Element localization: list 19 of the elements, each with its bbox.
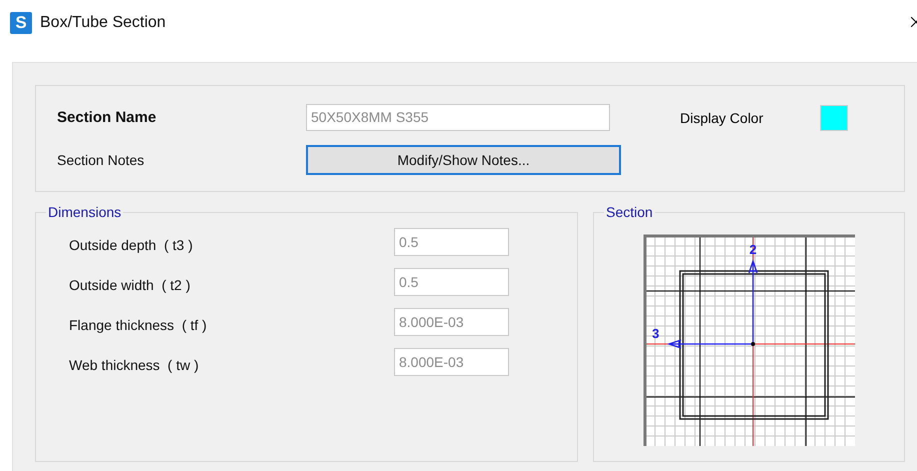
close-icon[interactable] [911, 17, 917, 27]
color-swatch[interactable] [820, 104, 848, 130]
field-label: Web thickness ( tw ) [69, 356, 200, 373]
input-field[interactable]: 8.000E-03 [394, 348, 509, 376]
input-field[interactable]: 50X50X8MM S355 [306, 104, 610, 131]
field-label: Section Name [57, 109, 158, 126]
app-icon: S [10, 12, 32, 34]
group-title: Dimensions [46, 204, 124, 220]
input-field[interactable]: 0.5 [394, 228, 509, 256]
input-field[interactable]: 8.000E-03 [394, 308, 509, 336]
field-label: Section Notes [57, 152, 146, 168]
input-field[interactable]: 0.5 [394, 268, 509, 296]
field-label: Outside depth ( t3 ) [69, 236, 194, 253]
window-title: Box/Tube Section [40, 14, 166, 32]
notes-button[interactable]: Modify/Show Notes... [306, 145, 621, 175]
field-label: Display Color [680, 110, 764, 126]
group-title: Section [604, 204, 655, 220]
field-label: Outside width ( t2 ) [69, 276, 192, 293]
field-label: Flange thickness ( tf ) [69, 316, 208, 333]
